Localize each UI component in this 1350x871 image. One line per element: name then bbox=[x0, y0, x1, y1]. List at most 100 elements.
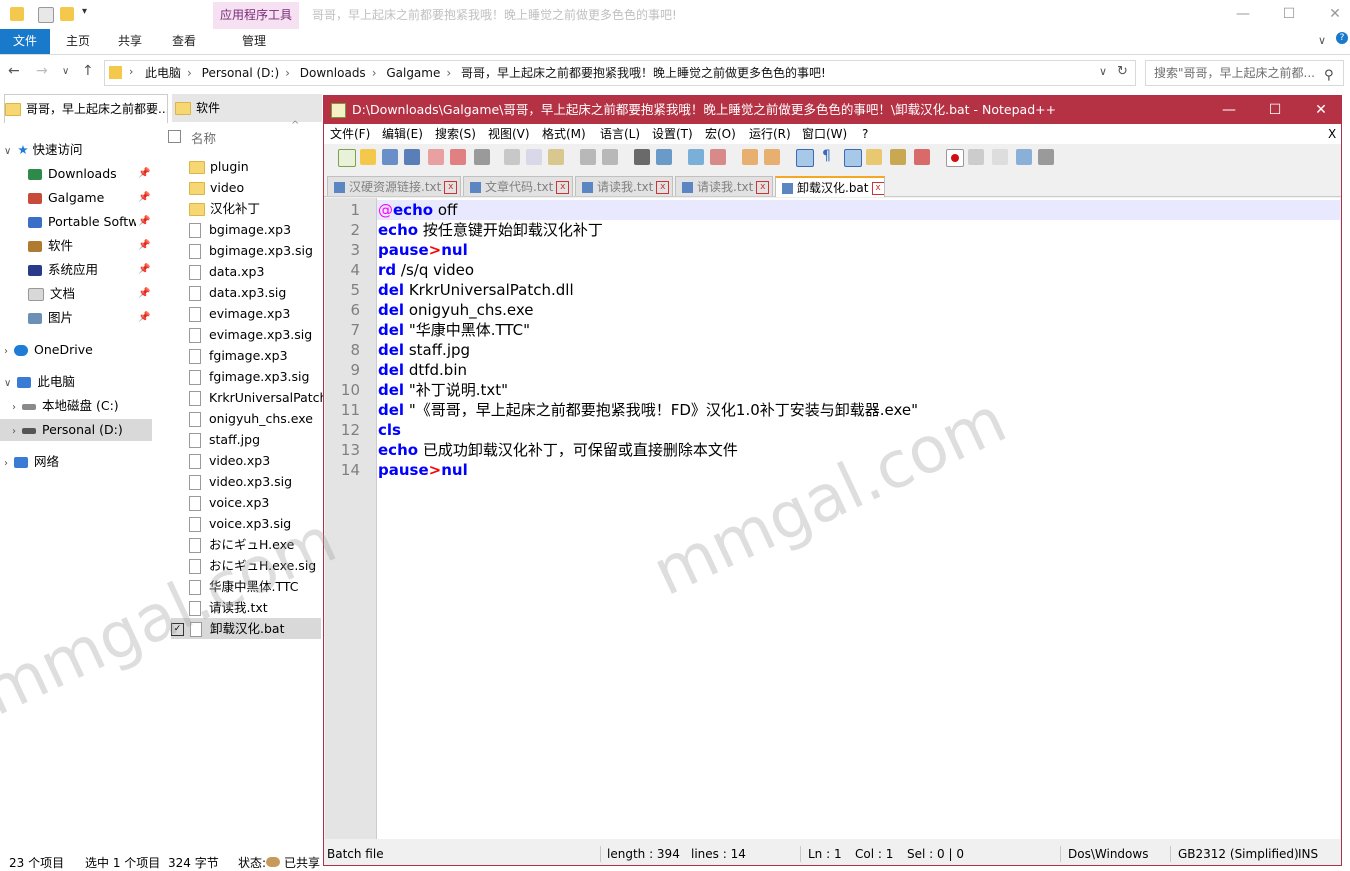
forward-icon[interactable]: → bbox=[36, 63, 48, 79]
tab-file[interactable]: 文件 bbox=[0, 29, 50, 54]
file-list-item[interactable]: fgimage.xp3 bbox=[189, 345, 288, 366]
file-list-item[interactable]: video.xp3.sig bbox=[189, 471, 292, 492]
recent-dropdown-icon[interactable]: ∨ bbox=[62, 66, 69, 77]
column-header-name[interactable]: 名称 bbox=[191, 128, 216, 147]
breadcrumb-item[interactable]: Downloads bbox=[300, 66, 366, 80]
doc-tab[interactable]: 请读我.txt x bbox=[675, 176, 773, 196]
select-all-checkbox[interactable] bbox=[168, 130, 181, 143]
properties-icon[interactable] bbox=[38, 7, 54, 23]
stop-macro-icon[interactable] bbox=[968, 149, 984, 165]
help-icon[interactable]: ? bbox=[1336, 32, 1348, 44]
pin-icon[interactable]: 📌 bbox=[138, 312, 150, 323]
open-file-icon[interactable] bbox=[360, 149, 376, 165]
file-list-item[interactable]: data.xp3 bbox=[189, 261, 264, 282]
file-list-item[interactable]: evimage.xp3.sig bbox=[189, 324, 312, 345]
paste-icon[interactable] bbox=[548, 149, 564, 165]
sync-vertical-icon[interactable] bbox=[742, 149, 758, 165]
menu-format[interactable]: 格式(M) bbox=[542, 124, 586, 144]
nav-item-documents[interactable]: 文档 bbox=[28, 283, 75, 305]
breadcrumb-item[interactable]: 哥哥，早上起床之前都要抱紧我哦！晚上睡觉之前做更多色色的事吧! bbox=[461, 66, 826, 80]
doc-tab[interactable]: 汉硬资源链接.txt x bbox=[327, 176, 461, 196]
address-bar[interactable]: › 此电脑 › Personal (D:) › Downloads › Galgame… bbox=[104, 60, 1136, 86]
tab-close-icon[interactable]: x bbox=[656, 181, 670, 194]
cut-icon[interactable] bbox=[504, 149, 520, 165]
refresh-icon[interactable]: ↻ bbox=[1117, 64, 1128, 79]
save-all-icon[interactable] bbox=[404, 149, 420, 165]
minimize-button[interactable]: — bbox=[1220, 0, 1266, 29]
pin-icon[interactable]: 📌 bbox=[138, 240, 150, 251]
show-all-characters-icon[interactable]: ¶ bbox=[822, 148, 831, 164]
nav-this-pc[interactable]: ∨ 此电脑 bbox=[4, 371, 75, 393]
doc-tab[interactable]: 文章代码.txt x bbox=[463, 176, 573, 196]
close-file-icon[interactable] bbox=[428, 149, 444, 165]
nav-drive-c[interactable]: › 本地磁盘 (C:) bbox=[12, 395, 119, 417]
save-macro-icon[interactable] bbox=[1038, 149, 1054, 165]
redo-icon[interactable] bbox=[602, 149, 618, 165]
close-button[interactable]: ✕ bbox=[1312, 0, 1350, 29]
context-tab[interactable]: 应用程序工具 bbox=[213, 2, 299, 29]
tab-share[interactable]: 共享 bbox=[110, 29, 150, 54]
pin-icon[interactable]: 📌 bbox=[138, 264, 150, 275]
print-icon[interactable] bbox=[474, 149, 490, 165]
nav-item-software[interactable]: 软件 bbox=[28, 235, 73, 257]
up-icon[interactable]: ↑ bbox=[82, 63, 94, 79]
folder-icon[interactable] bbox=[10, 7, 24, 21]
npp-maximize-button[interactable]: ☐ bbox=[1252, 96, 1298, 124]
function-list-icon[interactable] bbox=[914, 149, 930, 165]
record-macro-icon[interactable] bbox=[946, 149, 964, 167]
menu-macro[interactable]: 宏(O) bbox=[705, 124, 736, 144]
file-list-item[interactable]: bgimage.xp3.sig bbox=[189, 240, 313, 261]
indent-guide-icon[interactable] bbox=[844, 149, 862, 167]
nav-item-portable-software[interactable]: Portable Softwa bbox=[28, 211, 136, 233]
new-folder-icon[interactable] bbox=[60, 7, 74, 21]
explorer-tab-active[interactable]: 哥哥，早上起床之前都要... bbox=[4, 94, 168, 123]
npp-close-button[interactable]: ✕ bbox=[1298, 96, 1344, 124]
file-list-item[interactable]: staff.jpg bbox=[189, 429, 260, 450]
menu-search[interactable]: 搜索(S) bbox=[435, 124, 476, 144]
address-dropdown-icon[interactable]: ∨ bbox=[1099, 65, 1107, 78]
nav-item-system-apps[interactable]: 系统应用 bbox=[28, 259, 98, 281]
explorer-tab[interactable]: 软件 bbox=[172, 94, 322, 122]
file-list-item[interactable]: evimage.xp3 bbox=[189, 303, 290, 324]
tab-close-icon[interactable]: x bbox=[871, 182, 884, 195]
copy-icon[interactable] bbox=[526, 149, 542, 165]
tab-home[interactable]: 主页 bbox=[58, 29, 98, 54]
npp-minimize-button[interactable]: — bbox=[1206, 96, 1252, 124]
file-list-item[interactable]: onigyuh_chs.exe bbox=[189, 408, 313, 429]
file-list-item[interactable]: plugin bbox=[189, 156, 249, 177]
menu-language[interactable]: 语言(L) bbox=[600, 124, 640, 144]
file-list-item[interactable]: KrkrUniversalPatch. bbox=[189, 387, 331, 408]
chevron-down-icon[interactable]: ∨ bbox=[1318, 34, 1326, 47]
tab-close-icon[interactable]: x bbox=[444, 181, 458, 194]
nav-quick-access[interactable]: ∨ ★ 快速访问 bbox=[4, 139, 83, 161]
folder-as-workspace-icon[interactable] bbox=[866, 149, 882, 165]
run-macro-multiple-icon[interactable] bbox=[1016, 149, 1032, 165]
menu-help[interactable]: ? bbox=[862, 124, 868, 144]
document-map-icon[interactable] bbox=[890, 149, 906, 165]
file-list-item[interactable]: bgimage.xp3 bbox=[189, 219, 291, 240]
pin-icon[interactable]: 📌 bbox=[138, 192, 150, 203]
file-list-item[interactable]: data.xp3.sig bbox=[189, 282, 286, 303]
menu-view[interactable]: 视图(V) bbox=[488, 124, 530, 144]
tab-view[interactable]: 查看 bbox=[164, 29, 204, 54]
file-list-item[interactable]: voice.xp3 bbox=[189, 492, 269, 513]
breadcrumb-item[interactable]: Galgame bbox=[386, 66, 440, 80]
menu-edit[interactable]: 编辑(E) bbox=[382, 124, 423, 144]
tab-manage[interactable]: 管理 bbox=[234, 29, 274, 54]
doc-tab-active[interactable]: 卸载汉化.bat x bbox=[775, 176, 885, 197]
menu-run[interactable]: 运行(R) bbox=[749, 124, 791, 144]
zoom-in-icon[interactable] bbox=[688, 149, 704, 165]
pin-icon[interactable]: 📌 bbox=[138, 216, 150, 227]
new-file-icon[interactable] bbox=[338, 149, 356, 167]
nav-onedrive[interactable]: › OneDrive bbox=[4, 339, 93, 361]
tab-close-icon[interactable]: x bbox=[556, 181, 570, 194]
menu-window[interactable]: 窗口(W) bbox=[802, 124, 847, 144]
undo-icon[interactable] bbox=[580, 149, 596, 165]
doc-tab[interactable]: 请读我.txt x bbox=[575, 176, 673, 196]
back-icon[interactable]: ← bbox=[8, 63, 20, 79]
play-macro-icon[interactable] bbox=[992, 149, 1008, 165]
replace-icon[interactable] bbox=[656, 149, 672, 165]
nav-item-galgame[interactable]: Galgame bbox=[28, 187, 104, 209]
nav-drive-d[interactable]: › Personal (D:) bbox=[0, 419, 152, 441]
zoom-out-icon[interactable] bbox=[710, 149, 726, 165]
